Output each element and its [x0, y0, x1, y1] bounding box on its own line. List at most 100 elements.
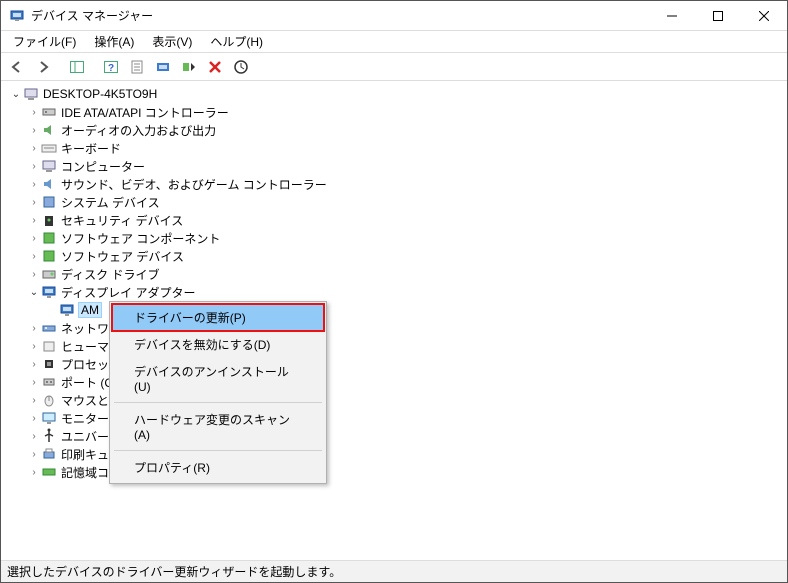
toolbar: ?	[1, 53, 787, 81]
menu-file[interactable]: ファイル(F)	[5, 31, 84, 52]
tree-item[interactable]: › ソフトウェア デバイス	[3, 247, 785, 265]
ctx-uninstall-device[interactable]: デバイスのアンインストール(U)	[112, 358, 324, 399]
tree-item[interactable]: › システム デバイス	[3, 193, 785, 211]
tree-item-label: ソフトウェア コンポーネント	[61, 230, 220, 247]
menu-view[interactable]: 表示(V)	[144, 31, 200, 52]
keyboard-icon	[41, 140, 57, 156]
window-controls	[649, 1, 787, 30]
computer-icon	[23, 86, 39, 102]
tree-item-label: マウスと	[61, 392, 109, 409]
ide-icon	[41, 104, 57, 120]
window-title: デバイス マネージャー	[31, 7, 649, 24]
titlebar: デバイス マネージャー	[1, 1, 787, 31]
tree-item-label: プロセッ	[61, 356, 109, 373]
menubar: ファイル(F) 操作(A) 表示(V) ヘルプ(H)	[1, 31, 787, 53]
tree-item[interactable]: ›コンピューター	[3, 157, 785, 175]
chevron-right-icon[interactable]: ›	[27, 449, 41, 460]
software-icon	[41, 248, 57, 264]
status-bar: 選択したデバイスのドライバー更新ウィザードを起動します。	[1, 560, 787, 582]
tree-item-label: システム デバイス	[61, 194, 160, 211]
disk-icon	[41, 266, 57, 282]
forward-button[interactable]	[31, 55, 55, 79]
monitor-icon	[41, 410, 57, 426]
hid-icon	[41, 338, 57, 354]
sound-icon	[41, 176, 57, 192]
tree-item[interactable]: › ソフトウェア コンポーネント	[3, 229, 785, 247]
maximize-button[interactable]	[695, 1, 741, 30]
chevron-right-icon[interactable]: ›	[27, 125, 41, 136]
chevron-right-icon[interactable]: ›	[27, 233, 41, 244]
mouse-icon	[41, 392, 57, 408]
menu-help[interactable]: ヘルプ(H)	[202, 31, 271, 52]
context-menu: ドライバーの更新(P) デバイスを無効にする(D) デバイスのアンインストール(…	[109, 301, 327, 484]
chevron-right-icon[interactable]: ›	[27, 323, 41, 334]
back-button[interactable]	[5, 55, 29, 79]
ctx-separator	[114, 402, 322, 403]
network-icon	[41, 320, 57, 336]
usb-icon	[41, 428, 57, 444]
separator	[57, 55, 63, 79]
tree-item[interactable]: › サウンド、ビデオ、およびゲーム コントローラー	[3, 175, 785, 193]
cpu-icon	[41, 356, 57, 372]
chevron-right-icon[interactable]: ›	[27, 413, 41, 424]
tree-item[interactable]: › ディスク ドライブ	[3, 265, 785, 283]
chevron-right-icon[interactable]: ›	[27, 107, 41, 118]
chevron-right-icon[interactable]: ›	[27, 467, 41, 478]
separator	[91, 55, 97, 79]
chevron-right-icon[interactable]: ›	[27, 161, 41, 172]
uninstall-device-button[interactable]	[203, 55, 227, 79]
chevron-right-icon[interactable]: ›	[27, 251, 41, 262]
ctx-separator	[114, 450, 322, 451]
security-icon	[41, 212, 57, 228]
properties-button[interactable]	[125, 55, 149, 79]
scan-hardware-button[interactable]	[229, 55, 253, 79]
chevron-down-icon[interactable]: ⌄	[9, 89, 23, 100]
chevron-right-icon[interactable]: ›	[27, 215, 41, 226]
update-driver-button[interactable]	[151, 55, 175, 79]
computer-icon	[41, 158, 57, 174]
printer-icon	[41, 446, 57, 462]
status-text: 選択したデバイスのドライバー更新ウィザードを起動します。	[7, 563, 341, 580]
ctx-update-driver[interactable]: ドライバーの更新(P)	[112, 304, 324, 331]
tree-item-label: サウンド、ビデオ、およびゲーム コントローラー	[61, 176, 327, 193]
tree-item[interactable]: › キーボード	[3, 139, 785, 157]
chevron-right-icon[interactable]: ›	[27, 359, 41, 370]
chevron-right-icon[interactable]: ›	[27, 395, 41, 406]
chevron-right-icon[interactable]: ›	[27, 431, 41, 442]
display-icon	[41, 284, 57, 300]
chevron-right-icon[interactable]: ›	[27, 197, 41, 208]
ctx-disable-device[interactable]: デバイスを無効にする(D)	[112, 331, 324, 358]
tree-item[interactable]: › セキュリティ デバイス	[3, 211, 785, 229]
menu-action[interactable]: 操作(A)	[86, 31, 142, 52]
chevron-right-icon[interactable]: ›	[27, 143, 41, 154]
chevron-right-icon[interactable]: ›	[27, 269, 41, 280]
storage-icon	[41, 464, 57, 480]
show-hide-console-tree-button[interactable]	[65, 55, 89, 79]
chevron-right-icon[interactable]: ›	[27, 341, 41, 352]
tree-item-label: IDE ATA/ATAPI コントローラー	[61, 104, 229, 121]
chevron-down-icon[interactable]: ⌄	[27, 287, 41, 298]
tree-item[interactable]: › IDE ATA/ATAPI コントローラー	[3, 103, 785, 121]
tree-item[interactable]: › オーディオの入力および出力	[3, 121, 785, 139]
tree-item-label: セキュリティ デバイス	[61, 212, 183, 229]
device-tree[interactable]: ⌄DESKTOP-4K5TO9H › IDE ATA/ATAPI コントローラー › オ…	[1, 81, 787, 560]
tree-item-label: キーボード	[61, 140, 121, 157]
chevron-right-icon[interactable]: ›	[27, 179, 41, 190]
ctx-scan-hardware[interactable]: ハードウェア変更のスキャン(A)	[112, 406, 324, 447]
audio-icon	[41, 122, 57, 138]
app-icon	[9, 8, 25, 24]
chevron-right-icon[interactable]: ›	[27, 377, 41, 388]
tree-item[interactable]: ⌄ディスプレイ アダプター	[3, 283, 785, 301]
close-button[interactable]	[741, 1, 787, 30]
tree-item[interactable]: ⌄DESKTOP-4K5TO9H	[3, 85, 785, 103]
tree-item-label: ソフトウェア デバイス	[61, 248, 184, 265]
tree-item-label: ディスク ドライブ	[61, 266, 160, 283]
ctx-properties[interactable]: プロパティ(R)	[112, 454, 324, 481]
tree-item-label: オーディオの入力および出力	[61, 122, 216, 139]
tree-item-label: AM	[79, 303, 101, 317]
help-button[interactable]: ?	[99, 55, 123, 79]
disable-device-button[interactable]	[177, 55, 201, 79]
display-icon	[59, 302, 75, 318]
minimize-button[interactable]	[649, 1, 695, 30]
port-icon	[41, 374, 57, 390]
